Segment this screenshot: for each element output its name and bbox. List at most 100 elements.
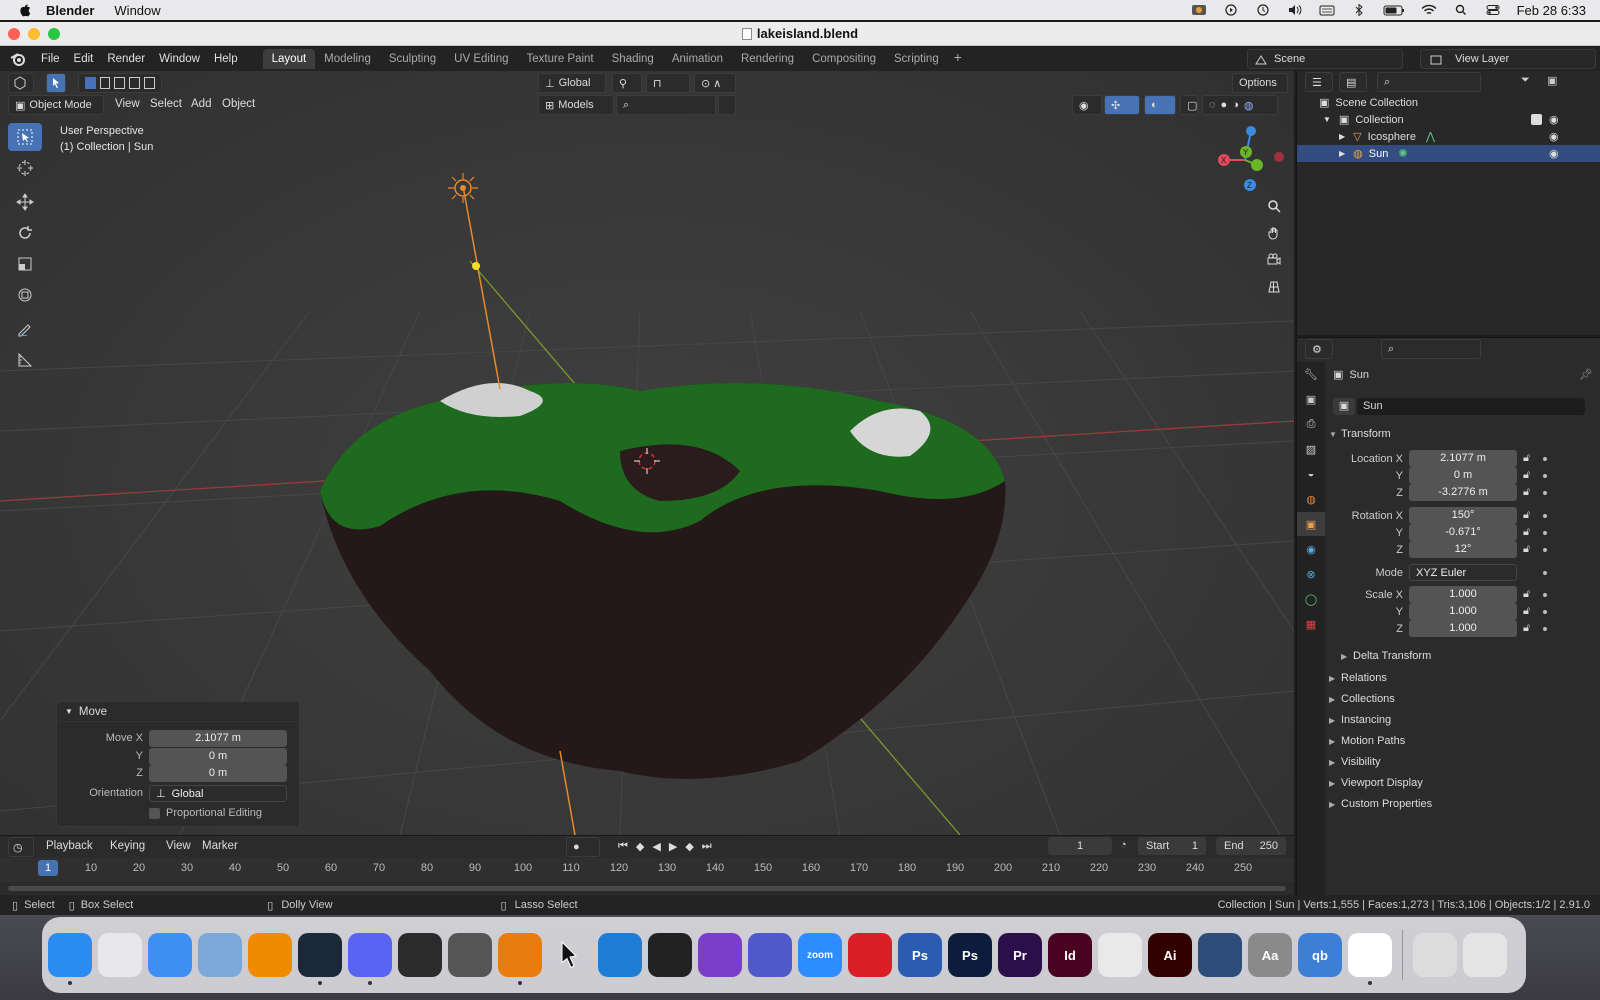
relations-section[interactable]: ▶ Relations [1329,668,1597,688]
camera-view-button[interactable] [1262,248,1286,272]
select-box-tool[interactable] [8,123,42,151]
current-frame-field[interactable]: 1 [1048,837,1112,855]
move-y-field[interactable]: 0 m [149,747,287,765]
shading-modes[interactable]: ◌ ● ◑ ◍ [1202,95,1278,115]
timeline-menu-playback[interactable]: Playback [46,840,93,852]
battery-icon[interactable] [1383,4,1405,16]
volume-icon[interactable] [1287,4,1303,16]
outliner-item-sun[interactable]: ▶ ◍ Sun ✺ ◉ [1297,145,1600,162]
3d-viewport[interactable]: ⊥ Global ⚲ ⊓ ⊙ ∧ Options ▣ Object Mode V… [0,71,1294,835]
dock-steam-icon[interactable] [298,933,342,985]
add-workspace-button[interactable]: + [948,49,968,69]
solid-shading-icon[interactable]: ● [1221,99,1228,111]
proportional-edit-toggle[interactable]: ⊙ ∧ [694,73,736,93]
move-panel-header[interactable]: ▼ Move [57,702,299,722]
tab-rendering[interactable]: Rendering [732,49,803,69]
dock-discord-icon[interactable] [348,933,392,985]
xray-toggle[interactable]: ▢ [1180,95,1198,115]
new-collection-button[interactable]: ▣ [1547,74,1557,87]
bluetooth-icon[interactable] [1351,4,1367,16]
timeline-ruler[interactable]: 1 10 20 30 40 50 60 70 80 90 100 110 120… [0,858,1294,882]
wifi-icon[interactable] [1421,4,1437,16]
object-data-dropdown[interactable]: ▣ [1333,398,1355,415]
search-icon[interactable] [1453,4,1469,16]
outliner-collection[interactable]: ▼ ▣ Collection ◉ [1297,111,1600,128]
keyframe-dot[interactable] [1543,609,1547,614]
dock-vscode-icon[interactable] [598,933,642,977]
transform-section-header[interactable]: ▼ Transform [1329,424,1597,444]
location-y-field[interactable]: 0 m [1409,467,1517,484]
rotation-mode-dropdown[interactable]: XYZ Euler [1409,564,1517,581]
dock-qbittorrent-icon[interactable]: qb [1298,933,1342,977]
dock-quicktime-icon[interactable] [1198,933,1242,977]
blender-logo-icon[interactable] [10,51,26,67]
overlay-toggle[interactable]: ◐ [1144,95,1176,115]
tab-texture-paint[interactable]: Texture Paint [518,49,603,69]
jump-end-icon[interactable]: ⏭ [702,840,712,853]
tab-scripting[interactable]: Scripting [885,49,948,69]
apple-menu-icon[interactable] [18,3,32,17]
visibility-section[interactable]: ▶ Visibility [1329,752,1597,772]
select-extend-icon[interactable] [99,77,111,89]
timeline-scrollbar[interactable] [8,886,1286,891]
collections-section[interactable]: ▶ Collections [1329,689,1597,709]
timeline-menu-keying[interactable]: Keying [110,840,145,852]
location-z-field[interactable]: -3.2776 m [1409,484,1517,501]
timeline-editor-type-button[interactable]: ◷ [8,837,34,857]
close-window-button[interactable] [8,28,20,40]
scene-selector[interactable]: Scene [1247,49,1403,69]
lock-icon[interactable]: 🔓︎ [1523,588,1537,602]
dock-font-book-icon[interactable]: Aa [1248,933,1292,977]
zoom-view-button[interactable] [1262,194,1286,218]
minimize-window-button[interactable] [28,28,40,40]
keyframe-dot[interactable] [1543,456,1547,461]
proportional-editing-checkbox[interactable] [149,807,160,819]
keyframe-dot[interactable] [1543,570,1547,575]
snap-toggle[interactable]: ⊓ [646,73,690,93]
scale-z-field[interactable]: 1.000 [1409,620,1517,637]
scale-x-field[interactable]: 1.000 [1409,586,1517,603]
dock-finder-icon[interactable] [48,933,92,985]
select-invert-icon[interactable] [129,77,141,89]
visibility-dropdown[interactable]: ◉ [1072,95,1102,115]
control-center-icon[interactable] [1485,4,1501,16]
transform-tool[interactable] [8,281,42,309]
tab-world[interactable]: ◍ [1297,487,1325,511]
scale-y-field[interactable]: 1.000 [1409,603,1517,620]
wireframe-shading-icon[interactable]: ◌ [1209,99,1216,111]
tab-sculpting[interactable]: Sculpting [380,49,445,69]
tab-output[interactable]: ⎙ [1297,412,1325,436]
tab-shading[interactable]: Shading [603,49,663,69]
lock-icon[interactable]: 🔓︎ [1523,509,1537,523]
outliner-scene-collection[interactable]: ▣ Scene Collection [1297,94,1600,111]
editor-type-button[interactable] [8,73,34,93]
instancing-section[interactable]: ▶ Instancing [1329,710,1597,730]
keyframe-dot[interactable] [1543,626,1547,631]
play-circle-icon[interactable] [1223,4,1239,16]
navigation-gizmo[interactable]: X Y Z [1210,121,1290,201]
select-new-icon[interactable] [85,77,96,89]
sun-eye-icon[interactable]: ◉ [1549,147,1559,160]
keyframe-dot[interactable] [1543,592,1547,597]
keyframe-dot[interactable] [1543,473,1547,478]
expand-icosphere-icon[interactable]: ▶ [1339,132,1345,141]
tab-texture[interactable]: ▦ [1297,612,1325,636]
menu-window[interactable]: Window [152,53,207,65]
tab-view-layer[interactable]: ▨ [1297,437,1325,461]
dock-zoom-icon[interactable]: zoom [798,933,842,977]
move-x-field[interactable]: 2.1077 m [149,729,287,747]
viewport-menu-object[interactable]: Object [222,98,255,110]
pin-icon[interactable]: 📌︎ [1579,368,1593,381]
scale-tool[interactable] [8,250,42,278]
tab-modeling[interactable]: Modeling [315,49,380,69]
dock-chrome-icon[interactable] [1348,933,1392,985]
rotation-z-field[interactable]: 12° [1409,541,1517,558]
dock-unity-hub-icon[interactable] [648,933,692,977]
material-shading-icon[interactable]: ◑ [1232,99,1239,111]
tab-compositing[interactable]: Compositing [803,49,885,69]
rotate-tool[interactable] [8,219,42,247]
outliner-item-icosphere[interactable]: ▶ ▽ Icosphere ⋀ ◉ [1297,128,1600,145]
dock-mail-icon[interactable] [148,933,192,977]
viewport-menu-view[interactable]: View [115,98,140,110]
lock-icon[interactable]: 🔓︎ [1523,526,1537,540]
